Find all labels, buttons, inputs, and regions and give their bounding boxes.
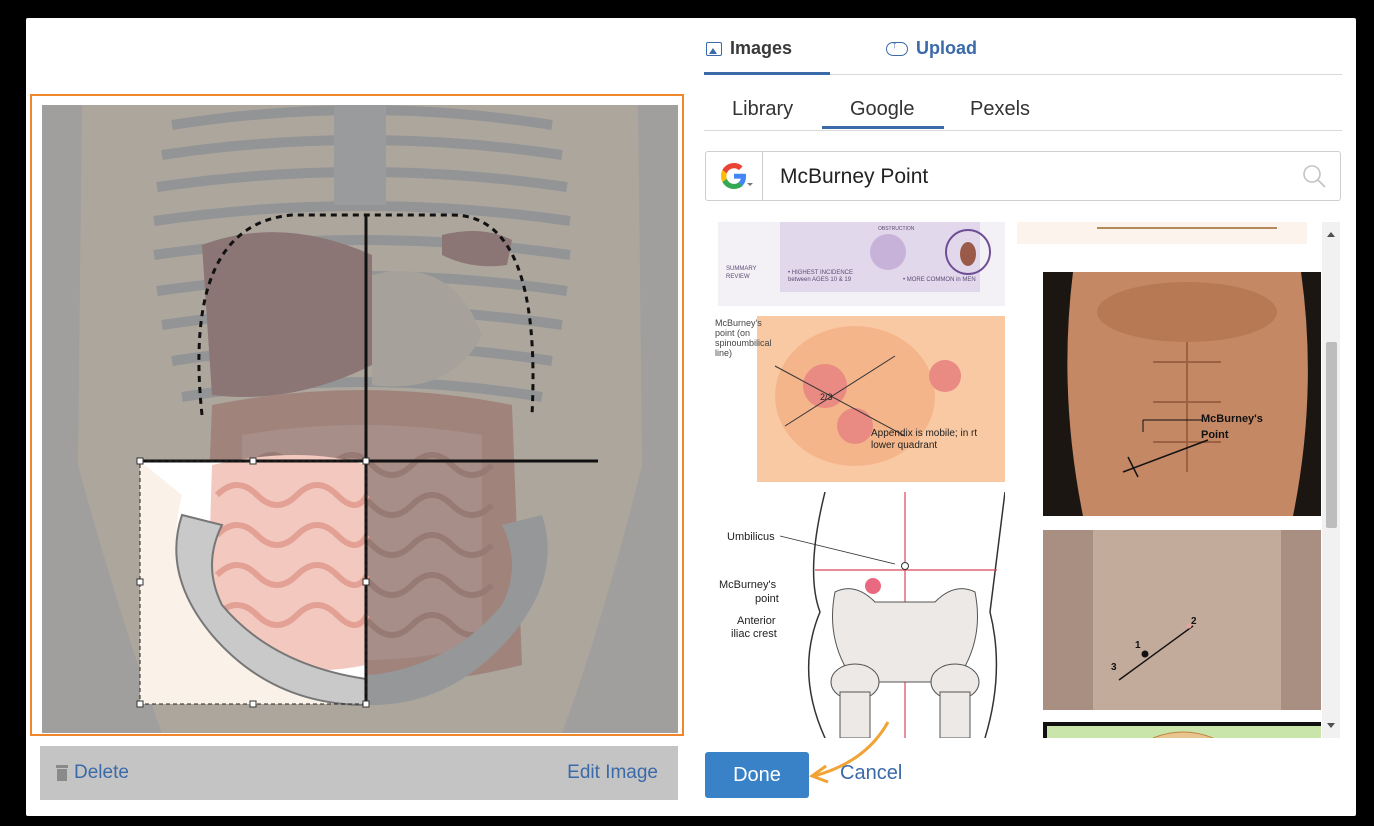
result-thumb-top[interactable] (1017, 222, 1307, 244)
result-thumb-2[interactable]: McBurney's point (on spinoumbilical line… (705, 316, 1005, 482)
svg-text:lower quadrant: lower quadrant (871, 440, 937, 451)
svg-text:Anterior: Anterior (737, 615, 776, 627)
svg-text:REVIEW: REVIEW (726, 274, 750, 280)
svg-text:McBurney's: McBurney's (715, 318, 762, 328)
tab-library[interactable]: Library (732, 98, 793, 121)
scrollbar-thumb[interactable] (1326, 342, 1337, 528)
delete-label: Delete (74, 762, 129, 783)
svg-text:3: 3 (1111, 662, 1117, 673)
svg-text:1: 1 (1135, 640, 1141, 651)
tab-images-label: Images (730, 38, 793, 58)
svg-text:line): line) (715, 348, 732, 358)
svg-text:Appendix is mobile; in rt: Appendix is mobile; in rt (871, 428, 977, 439)
tab-google[interactable]: Google (850, 98, 915, 121)
svg-text:iliac crest: iliac crest (731, 628, 777, 640)
svg-text:McBurney's: McBurney's (1201, 413, 1263, 425)
anatomy-illustration (42, 105, 678, 733)
thumb-6-image (1043, 722, 1321, 738)
thumb-1-image: SUMMARY REVIEW • HIGHEST INCIDENCE betwe… (718, 222, 1005, 306)
result-thumb-6[interactable] (1043, 722, 1321, 738)
svg-text:McBurney's: McBurney's (719, 579, 777, 591)
search-bar (705, 151, 1341, 201)
tab-pexels[interactable]: Pexels (970, 98, 1030, 121)
results-scrollbar[interactable] (1322, 222, 1340, 738)
svg-text:between AGES 10 & 19: between AGES 10 & 19 (788, 277, 852, 283)
thumb-4-image: Umbilicus McBurney's point Anterior ilia… (705, 492, 1005, 738)
result-thumb-1[interactable]: SUMMARY REVIEW • HIGHEST INCIDENCE betwe… (718, 222, 1005, 306)
tab-upload-label: Upload (916, 38, 977, 58)
svg-text:point: point (755, 593, 779, 605)
svg-text:spinoumbilical: spinoumbilical (715, 338, 772, 348)
result-thumb-3[interactable]: McBurney's Point (1043, 272, 1321, 516)
google-g-icon (721, 163, 746, 189)
source-tabs: Library Google Pexels (704, 90, 1342, 131)
tab-upload[interactable]: Upload (886, 38, 977, 59)
image-icon (706, 41, 722, 56)
svg-text:2/3: 2/3 (820, 392, 833, 402)
cloud-upload-icon (886, 39, 908, 56)
result-thumb-4[interactable]: Umbilicus McBurney's point Anterior ilia… (705, 492, 1005, 738)
result-thumb-5[interactable]: 1 2 3 (1043, 530, 1321, 710)
thumb-5-image: 1 2 3 (1043, 530, 1321, 710)
search-icon[interactable] (1302, 164, 1326, 188)
provider-dropdown[interactable] (706, 152, 763, 200)
svg-text:• MORE COMMON in MEN: • MORE COMMON in MEN (903, 277, 976, 283)
tab-images[interactable]: Images (703, 38, 831, 75)
scroll-up-arrow-icon[interactable] (1327, 232, 1335, 237)
svg-text:point (on: point (on (715, 328, 750, 338)
svg-text:SUMMARY: SUMMARY (726, 266, 757, 272)
svg-text:OBSTRUCTION: OBSTRUCTION (878, 226, 915, 232)
image-picker-dialog: Delete Edit Image Images Upload Library … (26, 18, 1356, 816)
trash-icon (56, 765, 68, 781)
image-editor-frame (30, 94, 684, 736)
search-input[interactable] (764, 154, 1302, 200)
thumb-top-image (1017, 222, 1307, 244)
annotation-arrow-icon (808, 721, 890, 784)
svg-text:• HIGHEST INCIDENCE: • HIGHEST INCIDENCE (788, 270, 853, 276)
svg-text:Umbilicus: Umbilicus (727, 531, 775, 543)
scroll-down-arrow-icon[interactable] (1327, 723, 1335, 728)
chevron-down-icon (747, 183, 753, 186)
edit-image-button[interactable]: Edit Image (567, 762, 658, 784)
editor-toolbar: Delete Edit Image (40, 746, 678, 800)
delete-button[interactable]: Delete (56, 762, 129, 784)
active-tab-indicator (822, 126, 944, 129)
search-results-grid: SUMMARY REVIEW • HIGHEST INCIDENCE betwe… (705, 222, 1321, 738)
image-canvas[interactable] (42, 105, 678, 733)
svg-text:Point: Point (1201, 429, 1229, 441)
thumb-2-image: McBurney's point (on spinoumbilical line… (705, 316, 1005, 482)
picker-main-tabs: Images Upload (703, 32, 1342, 75)
done-button[interactable]: Done (705, 752, 809, 798)
thumb-3-image: McBurney's Point (1043, 272, 1321, 516)
svg-text:2: 2 (1191, 616, 1197, 627)
